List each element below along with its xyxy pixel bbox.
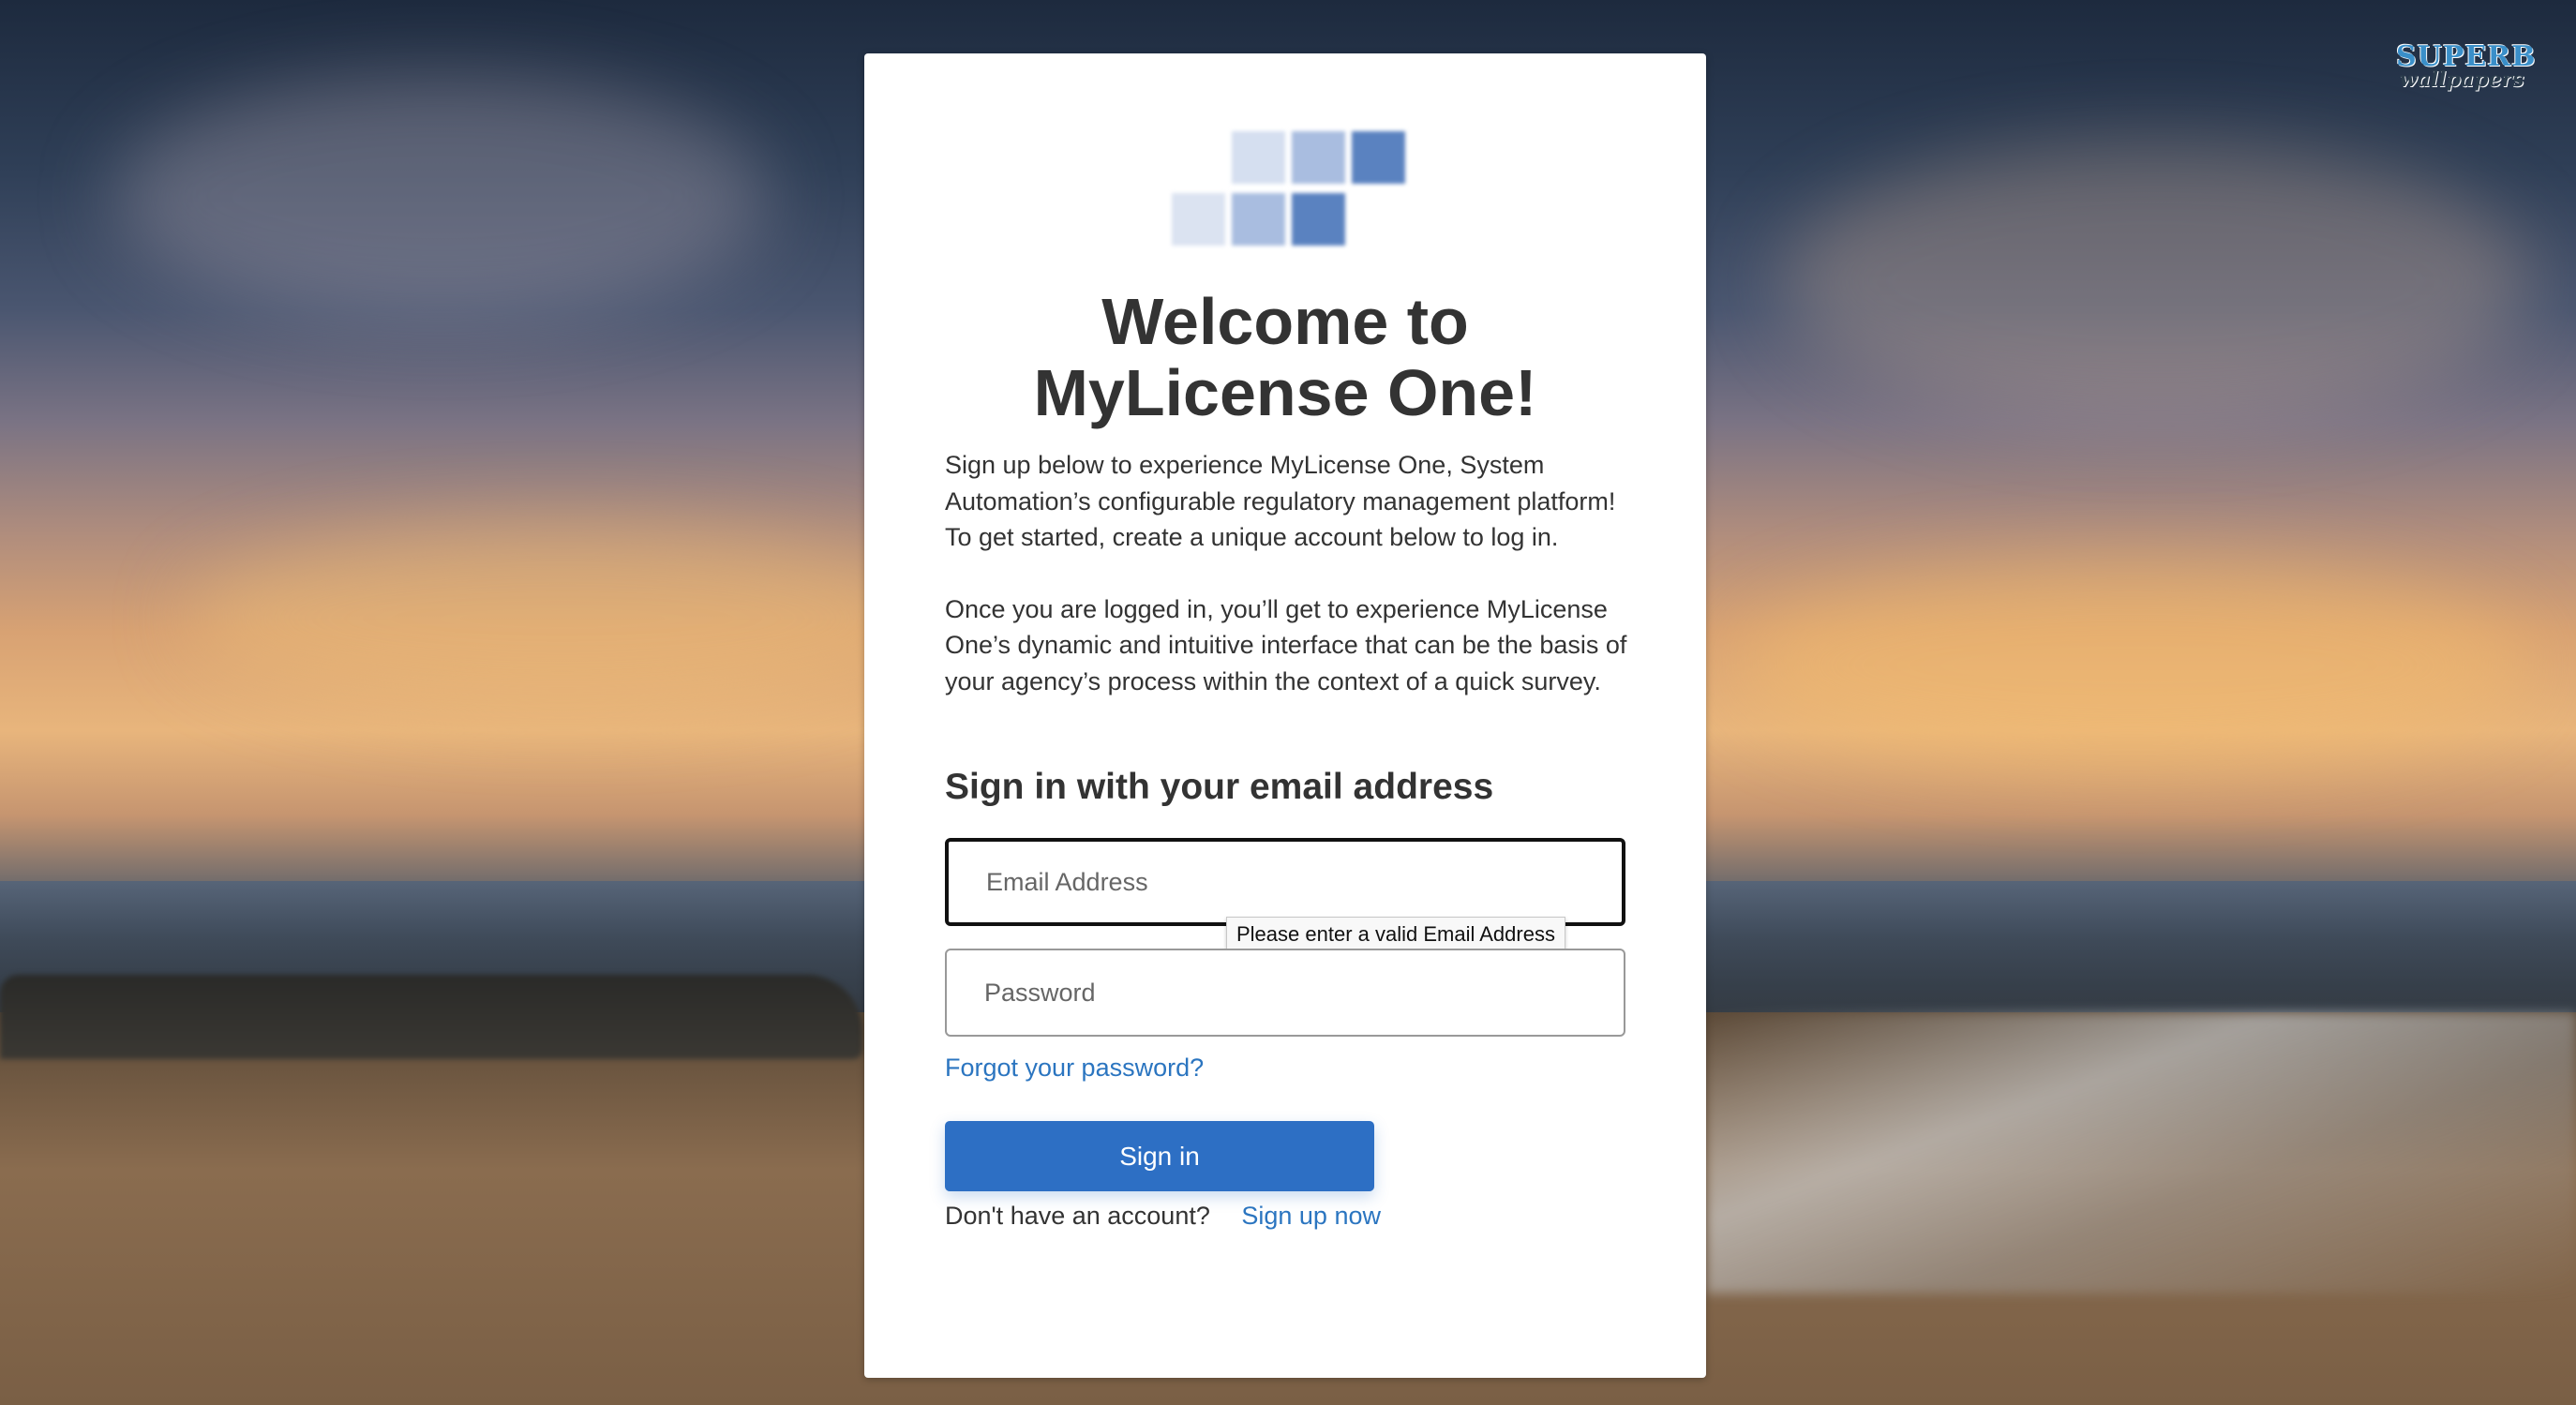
cloud-shape [187,525,937,712]
logo-square [1292,131,1345,184]
intro-paragraph: Sign up below to experience MyLicense On… [945,451,1616,551]
logo-square [1352,131,1405,184]
watermark-line2: wallpapers [2399,67,2524,92]
password-field[interactable] [945,949,1625,1037]
sign-up-link[interactable]: Sign up now [1241,1202,1381,1230]
logo-square [1232,193,1285,246]
email-field[interactable] [945,838,1625,926]
cloud-shape [1781,141,2531,422]
intro-text: Sign up below to experience MyLicense On… [945,447,1629,735]
signup-prompt: Don't have an account? [945,1202,1210,1230]
cloud-shape [1734,562,2531,769]
signin-heading: Sign in with your email address [945,767,1494,807]
surf-area [1706,1012,2576,1293]
email-validation-tooltip: Please enter a valid Email Address [1226,917,1565,952]
logo-square [1292,193,1345,246]
intro-paragraph: Once you are logged in, you’ll get to ex… [945,594,1627,695]
rocks-area [0,975,862,1059]
forgot-password-link[interactable]: Forgot your password? [945,1054,1204,1083]
logo-square [1172,193,1225,246]
stacked-squares-logo-icon [1172,131,1406,248]
cloud-shape [112,75,769,319]
watermark-logo: SUPERB wallpapers [2396,43,2536,92]
logo-square [1232,131,1285,184]
sign-in-button[interactable]: Sign in [945,1121,1374,1191]
signup-row: Don't have an account? Sign up now [945,1202,1381,1231]
page-title: Welcome to MyLicense One! [1033,285,1537,429]
